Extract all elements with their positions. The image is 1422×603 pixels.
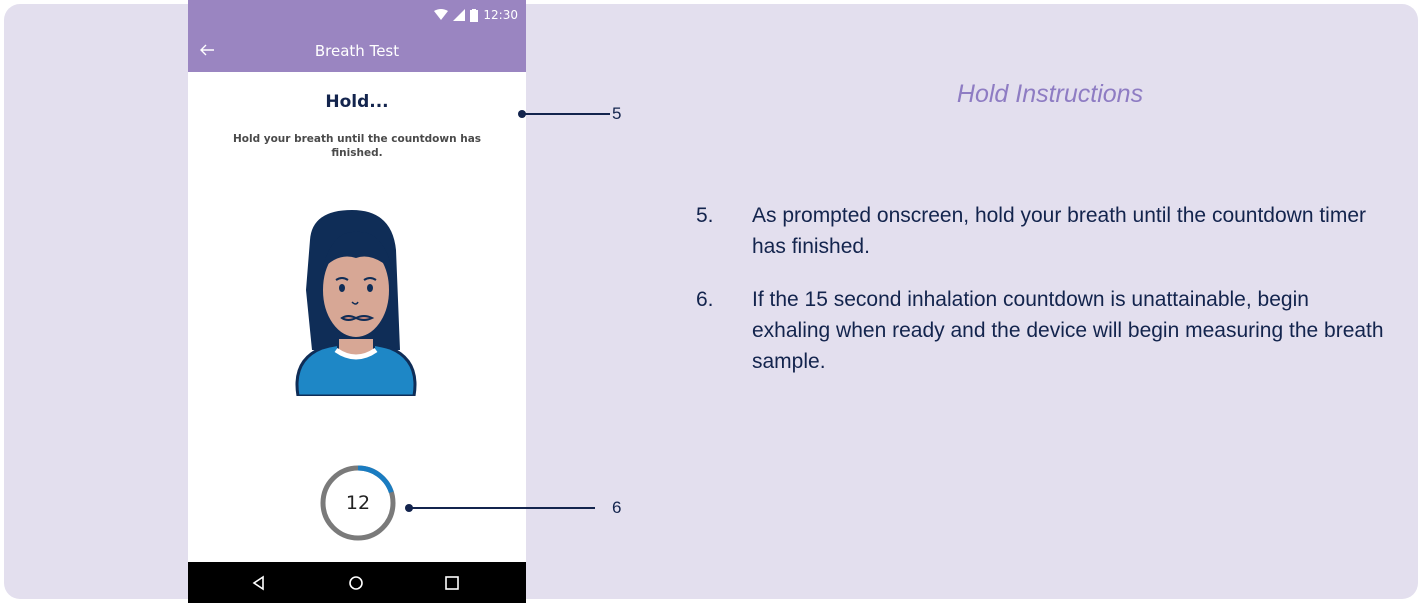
callout-label-5: 5 bbox=[612, 104, 622, 123]
battery-icon bbox=[470, 8, 479, 22]
instructions-list: 5. As prompted onscreen, hold your breat… bbox=[696, 200, 1396, 399]
instruction-text: As prompted onscreen, hold your breath u… bbox=[752, 204, 1367, 258]
instruction-item: 6. If the 15 second inhalation countdown… bbox=[696, 284, 1396, 377]
instruction-number: 6. bbox=[696, 288, 714, 311]
instruction-text: If the 15 second inhalation countdown is… bbox=[752, 288, 1384, 373]
instructions-title: Hold Instructions bbox=[956, 80, 1144, 108]
screen-body: Hold your breath until the countdown has… bbox=[232, 133, 482, 159]
holding-breath-avatar-icon bbox=[295, 210, 417, 396]
screen-title: Hold... bbox=[325, 92, 389, 112]
instruction-item: 5. As prompted onscreen, hold your breat… bbox=[696, 200, 1396, 262]
home-circle-icon[interactable] bbox=[347, 574, 365, 592]
countdown-value: 12 bbox=[345, 492, 371, 514]
instruction-number: 5. bbox=[696, 204, 714, 227]
status-bar: 12:30 bbox=[188, 0, 526, 30]
callout-line-6 bbox=[409, 507, 595, 509]
android-nav-bar bbox=[188, 562, 526, 603]
recents-square-icon[interactable] bbox=[443, 574, 461, 592]
phone-screen: 12:30 Breath Test Hold... Hold your brea… bbox=[188, 0, 526, 603]
back-arrow-icon[interactable] bbox=[198, 41, 216, 59]
callout-line-5 bbox=[522, 113, 610, 115]
status-time: 12:30 bbox=[483, 8, 518, 22]
app-bar-title: Breath Test bbox=[314, 42, 400, 60]
callout-label-6: 6 bbox=[612, 498, 622, 517]
wifi-icon bbox=[434, 9, 449, 20]
back-triangle-icon[interactable] bbox=[250, 574, 268, 592]
signal-icon bbox=[453, 9, 466, 21]
app-bar: Breath Test bbox=[188, 30, 526, 72]
